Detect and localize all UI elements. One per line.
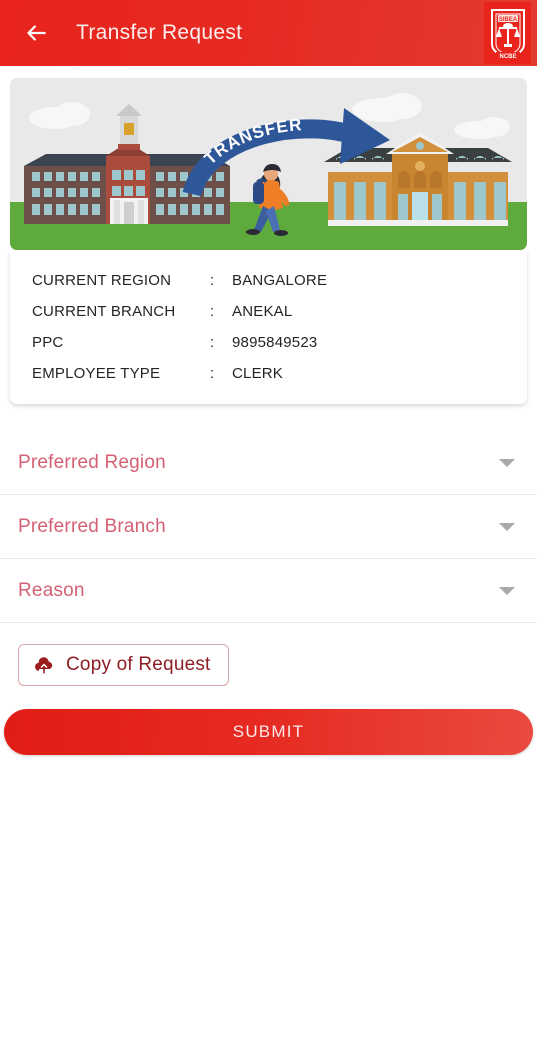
chevron-down-icon (499, 522, 515, 531)
chevron-down-icon (499, 586, 515, 595)
info-label: CURRENT BRANCH (32, 303, 176, 320)
info-label: PPC (32, 334, 64, 351)
current-posting-card: CURRENT REGION : BANGALORE CURRENT BRANC… (10, 250, 527, 404)
dropdown-label: Preferred Branch (18, 515, 166, 537)
info-colon: : (210, 303, 215, 320)
submit-area: SUBMIT (0, 686, 537, 755)
svg-text:SIBEA: SIBEA (498, 17, 517, 23)
form-fields: Preferred Region Preferred Branch Reason (0, 431, 537, 623)
cloud-upload-icon (33, 656, 55, 674)
info-colon: : (210, 334, 215, 351)
info-label: CURRENT REGION (32, 272, 172, 289)
page-title: Transfer Request (76, 21, 243, 44)
upload-button-label: Copy of Request (66, 654, 211, 675)
attachment-area: Copy of Request (0, 623, 537, 686)
copy-of-request-upload-button[interactable]: Copy of Request (18, 644, 229, 686)
submit-button[interactable]: SUBMIT (4, 709, 533, 755)
app-bar: Transfer Request SIBEA NCBE (0, 0, 537, 66)
info-row-current-region: CURRENT REGION : BANGALORE (32, 272, 505, 289)
back-button[interactable] (14, 11, 58, 55)
dropdown-preferred-branch[interactable]: Preferred Branch (0, 495, 537, 559)
transfer-banner-image: TRANSFER (10, 78, 527, 250)
dropdown-reason[interactable]: Reason (0, 559, 537, 623)
info-colon: : (210, 365, 215, 382)
info-value: BANGALORE (232, 272, 328, 289)
dropdown-preferred-region[interactable]: Preferred Region (0, 431, 537, 495)
info-colon: : (210, 272, 215, 289)
info-label: EMPLOYEE TYPE (32, 365, 161, 382)
org-logo: SIBEA NCBE (484, 2, 531, 64)
info-value: 9895849523 (232, 334, 318, 351)
info-value: CLERK (232, 365, 284, 382)
info-row-current-branch: CURRENT BRANCH : ANEKAL (32, 303, 505, 320)
arrow-left-icon (23, 20, 49, 46)
svg-text:NCBE: NCBE (499, 54, 516, 60)
info-row-employee-type: EMPLOYEE TYPE : CLERK (32, 365, 505, 382)
info-row-ppc: PPC : 9895849523 (32, 334, 505, 351)
info-value: ANEKAL (232, 303, 293, 320)
dropdown-label: Preferred Region (18, 451, 166, 473)
dropdown-label: Reason (18, 579, 85, 601)
chevron-down-icon (499, 458, 515, 467)
